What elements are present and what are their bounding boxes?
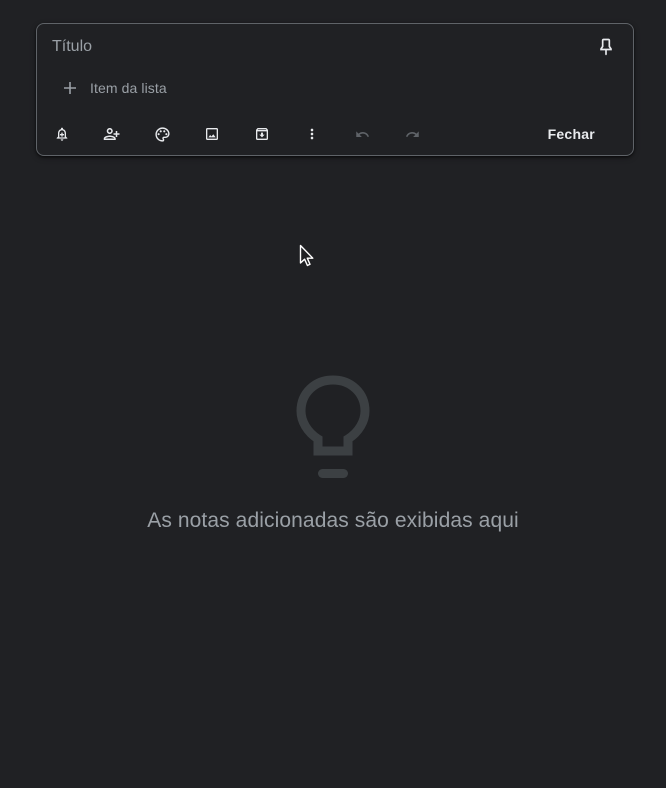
background-options-button[interactable] <box>147 119 177 149</box>
redo-icon <box>405 130 419 137</box>
note-title-input[interactable] <box>52 36 572 58</box>
archive-icon <box>256 128 268 140</box>
more-vert-icon <box>310 128 314 140</box>
collaborator-button[interactable] <box>97 119 127 149</box>
add-list-item[interactable]: Item da lista <box>61 77 167 99</box>
note-editor: Item da lista <box>36 23 634 156</box>
note-toolbar: Fechar <box>37 119 633 149</box>
plus-icon <box>61 79 79 97</box>
palette-icon <box>154 126 170 142</box>
list-item-placeholder: Item da lista <box>90 80 167 96</box>
redo-button[interactable] <box>397 119 427 149</box>
archive-button[interactable] <box>247 119 277 149</box>
lightbulb-icon <box>296 375 370 478</box>
empty-state: As notas adicionadas são exibidas aqui <box>0 375 666 533</box>
add-alert-icon <box>56 127 68 141</box>
pin-icon <box>600 38 612 56</box>
undo-icon <box>355 130 369 137</box>
remind-me-button[interactable] <box>47 119 77 149</box>
mouse-pointer-icon <box>299 244 314 267</box>
add-collaborator-icon <box>103 128 120 140</box>
pin-button[interactable] <box>595 36 617 58</box>
close-button[interactable]: Fechar <box>530 120 613 148</box>
empty-state-message: As notas adicionadas são exibidas aqui <box>147 509 519 532</box>
more-options-button[interactable] <box>297 119 327 149</box>
undo-button[interactable] <box>347 119 377 149</box>
add-image-button[interactable] <box>197 119 227 149</box>
image-icon <box>206 128 218 140</box>
